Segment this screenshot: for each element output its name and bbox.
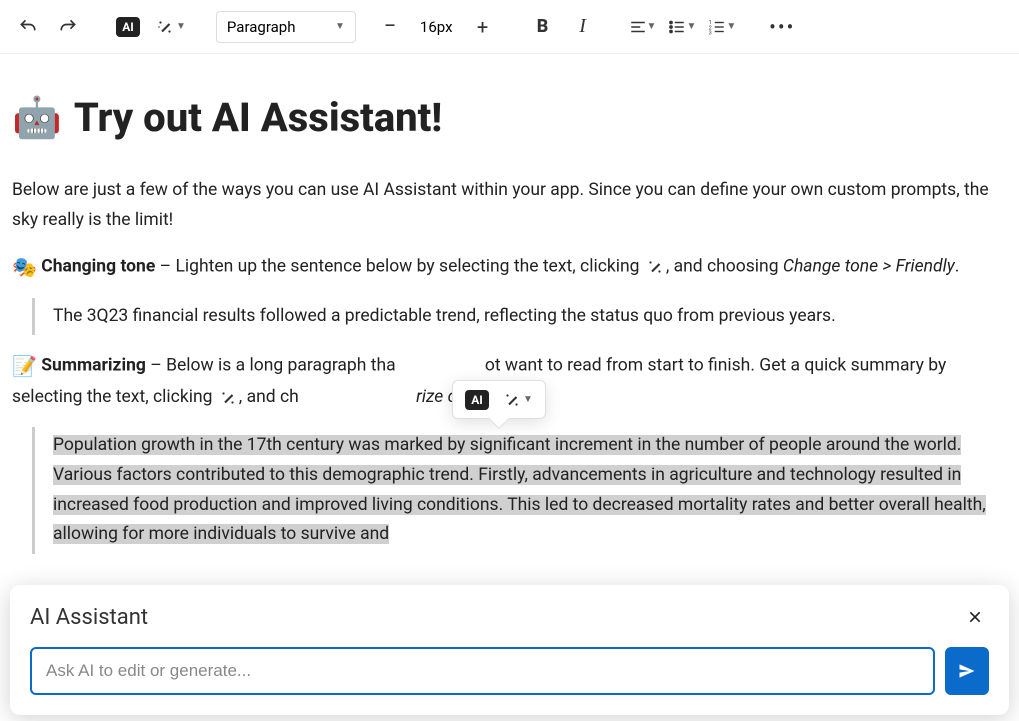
font-size-stepper: − 16px + [372, 9, 501, 45]
chevron-down-icon: ▼ [523, 394, 533, 405]
tone-path: Change tone > Friendly [783, 256, 955, 276]
magic-wand-button[interactable]: ▼ [150, 9, 192, 45]
chevron-down-icon: ▼ [647, 21, 657, 32]
robot-icon: 🤖 [12, 84, 62, 152]
redo-button[interactable] [50, 9, 86, 45]
close-button[interactable] [961, 603, 989, 631]
bullet-list-icon [668, 18, 686, 36]
tone-quote: The 3Q23 financial results followed a pr… [32, 298, 1007, 336]
align-left-icon [629, 18, 647, 36]
bold-button[interactable]: B [525, 9, 561, 45]
close-icon [967, 609, 983, 625]
chevron-down-icon: ▼ [726, 21, 736, 32]
more-button[interactable]: ••• [764, 9, 800, 45]
numbered-list-button[interactable]: 123 ▼ [704, 9, 740, 45]
paragraph-style-select[interactable]: Paragraph ▼ [216, 11, 356, 43]
long-quote: Population growth in the 17th century wa… [32, 427, 1007, 554]
send-icon [957, 661, 977, 681]
ai-prompt-input[interactable] [30, 647, 935, 695]
align-button[interactable]: ▼ [625, 9, 661, 45]
font-size-increase[interactable]: + [465, 9, 501, 45]
wand-icon [219, 389, 237, 407]
magic-wand-button[interactable]: ▼ [503, 391, 533, 409]
undo-button[interactable] [10, 9, 46, 45]
wand-icon [503, 391, 521, 409]
numbered-list-icon: 123 [708, 18, 726, 36]
italic-button[interactable]: I [565, 9, 601, 45]
editor-toolbar: AI ▼ Paragraph ▼ − 16px + B I ▼ ▼ 123 ▼ … [0, 0, 1019, 54]
chevron-down-icon: ▼ [686, 21, 696, 32]
mask-icon: 🎭 [12, 255, 37, 279]
heading-text: Try out AI Assistant! [74, 84, 442, 152]
selection-toolbar: AI ▼ [452, 380, 546, 419]
editor-content[interactable]: 🤖 Try out AI Assistant! Below are just a… [0, 54, 1019, 588]
ai-icon: AI [465, 390, 489, 410]
ai-icon: AI [116, 17, 140, 37]
ai-assistant-panel: AI Assistant [10, 585, 1009, 715]
ai-button[interactable]: AI [465, 389, 489, 410]
intro-paragraph: Below are just a few of the ways you can… [12, 176, 1007, 236]
wand-icon [156, 18, 174, 36]
chevron-down-icon: ▼ [176, 21, 186, 32]
bullet-list-button[interactable]: ▼ [664, 9, 700, 45]
chevron-down-icon: ▼ [335, 21, 345, 32]
font-size-decrease[interactable]: − [372, 9, 408, 45]
ai-button[interactable]: AI [110, 9, 146, 45]
svg-text:3: 3 [709, 30, 712, 36]
page-title: 🤖 Try out AI Assistant! [12, 84, 1007, 152]
tone-paragraph: 🎭 Changing tone – Lighten up the sentenc… [12, 250, 1007, 284]
send-button[interactable] [945, 647, 989, 695]
selected-text: Population growth in the 17th century wa… [53, 435, 986, 544]
font-size-value[interactable]: 16px [410, 18, 463, 36]
wand-icon [646, 258, 664, 276]
memo-icon: 📝 [12, 354, 37, 378]
ai-panel-title: AI Assistant [30, 605, 148, 630]
paragraph-style-label: Paragraph [227, 18, 296, 36]
tone-label: Changing tone [41, 256, 155, 276]
summ-label: Summarizing [41, 356, 146, 376]
